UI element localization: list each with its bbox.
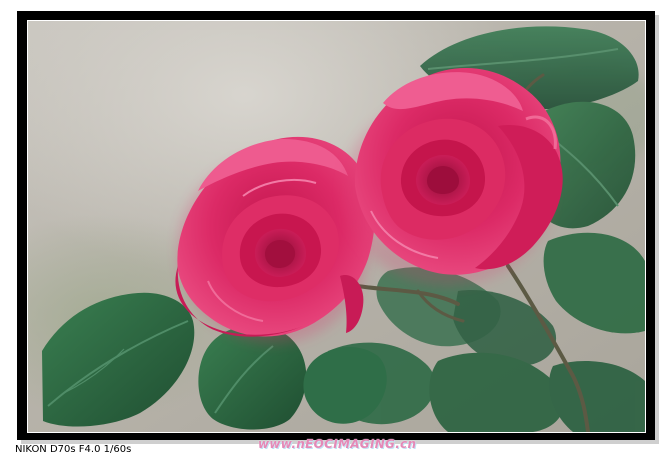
rose-photo-illustration (28, 21, 645, 432)
rose-photo (27, 20, 646, 433)
watermark-text: www.nEOCIMAGING.cn (258, 437, 417, 451)
frame-shadow-right (655, 15, 659, 444)
exif-caption: NIKON D70s F4.0 1/60s (15, 444, 132, 455)
